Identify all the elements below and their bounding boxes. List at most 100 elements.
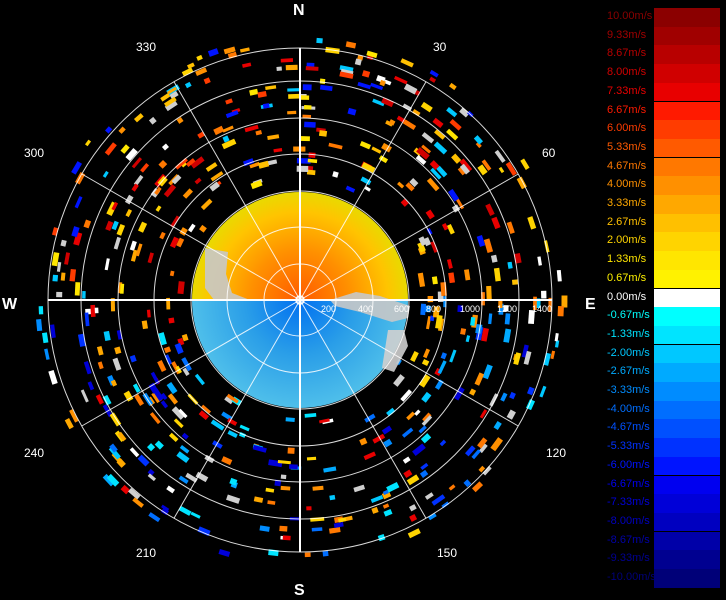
echo-gate <box>550 350 556 360</box>
echo-gate <box>60 272 66 281</box>
echo-gate <box>397 181 405 189</box>
legend-swatch <box>654 157 720 177</box>
echo-gate <box>280 474 287 480</box>
legend-swatch <box>654 363 720 382</box>
echo-gate <box>328 527 341 534</box>
azimuth-label-150: 150 <box>437 546 458 560</box>
legend-swatch <box>654 138 720 158</box>
echo-gate <box>386 481 400 493</box>
echo-gate <box>163 346 172 354</box>
echo-gate <box>421 132 435 144</box>
echo-gate <box>157 360 167 373</box>
echo-gate <box>52 274 59 282</box>
echo-gate <box>85 139 92 147</box>
legend-label: 4.67m/s <box>607 159 647 172</box>
echo-gate <box>541 290 547 299</box>
echo-gate <box>316 37 323 44</box>
echo-gate <box>166 485 175 494</box>
echo-gate <box>181 432 189 440</box>
echo-gate <box>451 153 462 164</box>
echo-gate <box>194 177 202 185</box>
echo-gate <box>318 130 328 137</box>
echo-gate <box>135 243 143 257</box>
echo-gate <box>439 439 447 447</box>
echo-gate <box>137 454 150 467</box>
echo-gate <box>225 98 233 105</box>
legend-swatch <box>654 325 720 345</box>
echo-gate <box>255 130 263 136</box>
echo-gate <box>158 159 168 169</box>
echo-gate <box>131 157 143 169</box>
legend-entry: -8.00m/s <box>604 512 722 532</box>
echo-gate <box>302 84 312 91</box>
echo-gate <box>381 425 393 435</box>
echo-gate <box>125 208 133 218</box>
echo-gate <box>507 261 513 269</box>
legend-swatch <box>654 419 720 438</box>
echo-gate <box>403 469 413 479</box>
legend-entry: -5.33m/s <box>604 438 722 457</box>
legend-entry: -9.33m/s <box>604 550 722 569</box>
legend-entry: 4.67m/s <box>604 157 722 177</box>
legend-entry: 4.00m/s <box>604 176 722 195</box>
echo-gate <box>60 239 67 247</box>
echo-gate <box>503 328 512 343</box>
echo-gate <box>167 393 179 405</box>
range-label-1400: 1400 <box>532 304 553 314</box>
echo-gate <box>469 388 477 396</box>
echo-gate <box>129 447 140 458</box>
legend-label: 10.00m/s <box>607 10 653 22</box>
echo-gate <box>448 484 456 491</box>
legend-label: -4.67m/s <box>607 421 650 434</box>
legend-label: 8.00m/s <box>607 66 647 79</box>
legend-entry: 2.00m/s <box>604 232 722 251</box>
echo-gate <box>412 443 426 457</box>
echo-gate <box>103 330 111 342</box>
legend-swatch <box>654 45 720 64</box>
echo-gate <box>543 352 551 366</box>
echo-gate <box>221 456 233 466</box>
legend-swatch <box>654 120 720 139</box>
echo-gate <box>239 47 250 53</box>
echo-gate <box>280 58 294 63</box>
echo-gate <box>163 184 177 198</box>
echo-gate <box>332 171 339 178</box>
echo-gate <box>464 269 471 281</box>
echo-gate <box>429 69 439 78</box>
echo-gate <box>520 158 530 170</box>
range-label-600: 600 <box>394 304 410 314</box>
legend-label: -1.33m/s <box>607 327 650 340</box>
legend-entry: 6.00m/s <box>604 120 722 139</box>
echo-gate <box>363 451 376 461</box>
legend-entry: -6.00m/s <box>604 456 722 476</box>
echo-gate <box>504 313 511 325</box>
legend-entry: 8.67m/s <box>604 45 722 64</box>
echo-gate <box>119 283 125 294</box>
echo-gate <box>322 550 329 557</box>
echo-gate <box>305 66 319 71</box>
echo-gate <box>370 495 384 503</box>
legend-swatch <box>654 269 720 289</box>
echo-gate <box>44 348 50 360</box>
echo-gate <box>116 223 126 236</box>
legend-entry: -3.33m/s <box>604 382 722 401</box>
echo-gate <box>213 125 225 136</box>
echo-gate <box>168 317 175 324</box>
echo-gate <box>64 418 74 430</box>
echo-gate <box>279 525 288 532</box>
echo-gate <box>512 279 519 285</box>
azimuth-label-120: 120 <box>546 446 567 460</box>
range-label-800: 800 <box>426 304 442 314</box>
echo-gate <box>490 254 498 263</box>
legend-swatch <box>654 195 720 214</box>
legend-entry: 9.33m/s <box>604 26 722 46</box>
echo-gate <box>440 352 447 360</box>
legend-label: -5.33m/s <box>607 440 650 453</box>
legend-swatch <box>654 400 720 420</box>
echo-gate <box>486 285 492 300</box>
echo-gate <box>371 146 382 154</box>
echo-gate <box>359 141 372 150</box>
echo-gate <box>134 394 145 406</box>
legend-entry: -2.67m/s <box>604 363 722 382</box>
echo-gate <box>282 535 291 541</box>
